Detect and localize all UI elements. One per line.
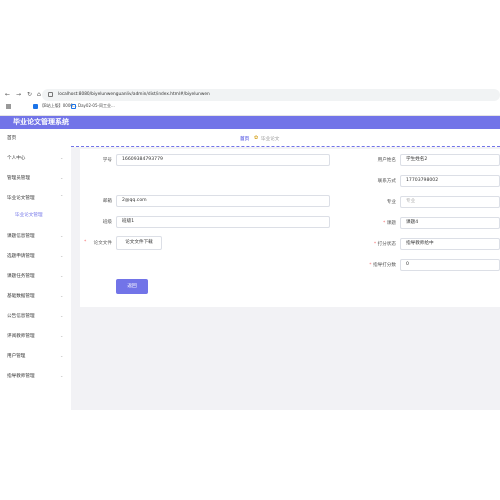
thesis-file-label: 论文文件 xyxy=(93,241,112,246)
sidebar xyxy=(0,129,71,410)
back-button[interactable]: 返回 xyxy=(116,279,148,294)
chevron-down-icon: ⌄ xyxy=(60,253,64,258)
thesis-download-button[interactable]: 论文文件下载 xyxy=(116,236,162,250)
phone-label: 联系方式 xyxy=(377,179,396,184)
required-mark: * xyxy=(383,221,386,226)
chevron-down-icon: ⌄ xyxy=(60,233,64,238)
folder-icon xyxy=(71,104,76,109)
chevron-down-icon: ⌄ xyxy=(60,175,64,180)
advisor-score-field[interactable]: 0 xyxy=(400,259,500,271)
topic-label-text: 课题 xyxy=(386,221,396,226)
chevron-up-icon: ⌃ xyxy=(60,194,64,199)
sidebar-item-topic-task[interactable]: 课题任务管理 xyxy=(7,273,35,279)
student-id-label: 学号 xyxy=(102,158,112,163)
chevron-down-icon: ⌄ xyxy=(60,333,64,338)
required-mark: * xyxy=(373,242,377,247)
chevron-down-icon: ⌄ xyxy=(60,353,64,358)
chevron-down-icon: ⌄ xyxy=(60,293,64,298)
bookmark-link[interactable]: Day02-05-同工业... xyxy=(78,102,115,110)
chevron-down-icon: ⌄ xyxy=(60,155,64,160)
user-name-label: 用户姓名 xyxy=(377,158,396,163)
email-field[interactable]: 2@qq.com xyxy=(116,195,330,207)
site-info-icon[interactable] xyxy=(48,92,53,97)
sidebar-item-basic-data[interactable]: 基础数据管理 xyxy=(7,293,35,299)
class-field[interactable]: 班级1 xyxy=(116,216,330,228)
advisor-score-label-text: 指导打分数 xyxy=(373,263,396,268)
apps-icon[interactable] xyxy=(6,104,11,109)
sidebar-item-reviewer[interactable]: 评阅教师管理 xyxy=(7,333,35,339)
student-id-field[interactable]: 16609384793779 xyxy=(116,154,330,166)
breadcrumb-home[interactable]: 首页 xyxy=(240,136,249,142)
topic-label: * 课题 xyxy=(342,220,396,226)
chevron-down-icon: ⌄ xyxy=(60,273,64,278)
sidebar-item-profile[interactable]: 个人中心 xyxy=(7,155,25,161)
sidebar-item-admin[interactable]: 管理员管理 xyxy=(7,175,30,181)
sidebar-item-users[interactable]: 用户管理 xyxy=(7,353,25,359)
user-name-field[interactable]: 学生姓名2 xyxy=(400,154,500,166)
forward-arrow-icon[interactable]: → xyxy=(16,90,21,100)
breadcrumb-current: 毕业论文 xyxy=(261,137,280,142)
score-status-label-text: 打分状态 xyxy=(377,242,396,247)
app-header xyxy=(0,116,500,129)
major-field[interactable]: 专业 xyxy=(400,196,500,208)
topic-field[interactable]: 课题4 xyxy=(400,217,500,229)
email-label: 邮箱 xyxy=(102,199,112,204)
address-bar[interactable]: localhost:8080/biyelunwenguanliv/admin/d… xyxy=(42,89,500,101)
chevron-down-icon: ⌄ xyxy=(60,313,64,318)
back-arrow-icon[interactable]: ← xyxy=(5,90,10,100)
bookmark-favicon-icon xyxy=(33,104,38,109)
sidebar-item-notice[interactable]: 公告信息管理 xyxy=(7,313,35,319)
sidebar-item-thesis[interactable]: 毕业论文管理 xyxy=(7,195,35,201)
chevron-down-icon: ⌄ xyxy=(60,373,64,378)
phone-field[interactable]: 17703798002 xyxy=(400,175,500,187)
flower-icon: ✿ xyxy=(254,135,259,141)
major-label: 专业 xyxy=(386,200,396,205)
sidebar-item-topic-apply[interactable]: 选题申请管理 xyxy=(7,253,35,259)
score-status-field[interactable]: 指导教师给中 xyxy=(400,238,500,250)
sidebar-item-home[interactable]: 首页 xyxy=(7,135,16,141)
required-mark: * xyxy=(369,263,372,268)
sidebar-item-topic-info[interactable]: 课题信息管理 xyxy=(7,233,35,239)
sidebar-subitem-thesis[interactable]: 毕业论文管理 xyxy=(15,212,43,218)
class-label: 班级 xyxy=(102,220,112,225)
app-title: 毕业论文管理系统 xyxy=(13,118,69,126)
reload-icon[interactable]: ↻ xyxy=(27,90,32,100)
advisor-score-label: * 指导打分数 xyxy=(342,262,396,268)
home-icon[interactable]: ⌂ xyxy=(37,90,41,100)
breadcrumb xyxy=(71,129,500,147)
sidebar-item-advisor[interactable]: 指导教师管理 xyxy=(7,373,35,379)
score-status-label: * 打分状态 xyxy=(342,241,396,247)
